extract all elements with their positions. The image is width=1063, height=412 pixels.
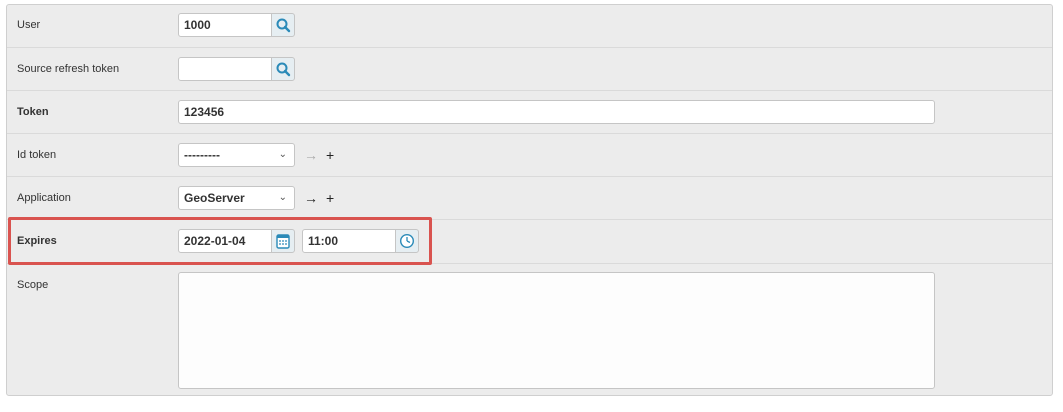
id-token-select[interactable]: --------- ⌄: [178, 143, 295, 167]
row-id-token: Id token --------- ⌄ → +: [7, 134, 1052, 177]
id-token-selected: ---------: [184, 148, 220, 162]
row-token: Token 123456: [7, 91, 1052, 134]
token-input[interactable]: 123456: [178, 100, 935, 124]
application-label: Application: [17, 192, 71, 204]
application-goto-arrow-right-icon[interactable]: →: [304, 191, 318, 205]
scope-textarea[interactable]: [178, 272, 935, 389]
id-token-add-plus-icon[interactable]: +: [326, 148, 334, 162]
token-form: User 1000 Source refresh token Token 123…: [6, 4, 1053, 396]
expires-highlight-box: [8, 217, 432, 265]
id-token-goto-arrow-right-icon[interactable]: →: [304, 148, 318, 162]
row-application: Application GeoServer ⌄ → +: [7, 177, 1052, 220]
user-lookup-button[interactable]: [271, 13, 295, 37]
search-icon: [276, 18, 291, 33]
id-token-label: Id token: [17, 149, 57, 161]
chevron-down-icon: ⌄: [278, 149, 287, 160]
source-refresh-token-lookup-button[interactable]: [271, 57, 295, 81]
source-refresh-token-label: Source refresh token: [17, 63, 120, 75]
application-select[interactable]: GeoServer ⌄: [178, 186, 295, 210]
search-icon: [276, 62, 291, 77]
application-add-plus-icon[interactable]: +: [326, 191, 334, 205]
row-user: User 1000: [7, 5, 1052, 48]
application-selected: GeoServer: [184, 191, 245, 205]
scope-label: Scope: [17, 279, 49, 291]
user-label: User: [17, 19, 41, 31]
token-label: Token: [17, 106, 49, 118]
row-source-refresh-token: Source refresh token: [7, 48, 1052, 91]
source-refresh-token-input[interactable]: [178, 57, 272, 81]
user-input[interactable]: 1000: [178, 13, 272, 37]
chevron-down-icon: ⌄: [278, 192, 287, 203]
row-scope: Scope: [7, 264, 1052, 397]
